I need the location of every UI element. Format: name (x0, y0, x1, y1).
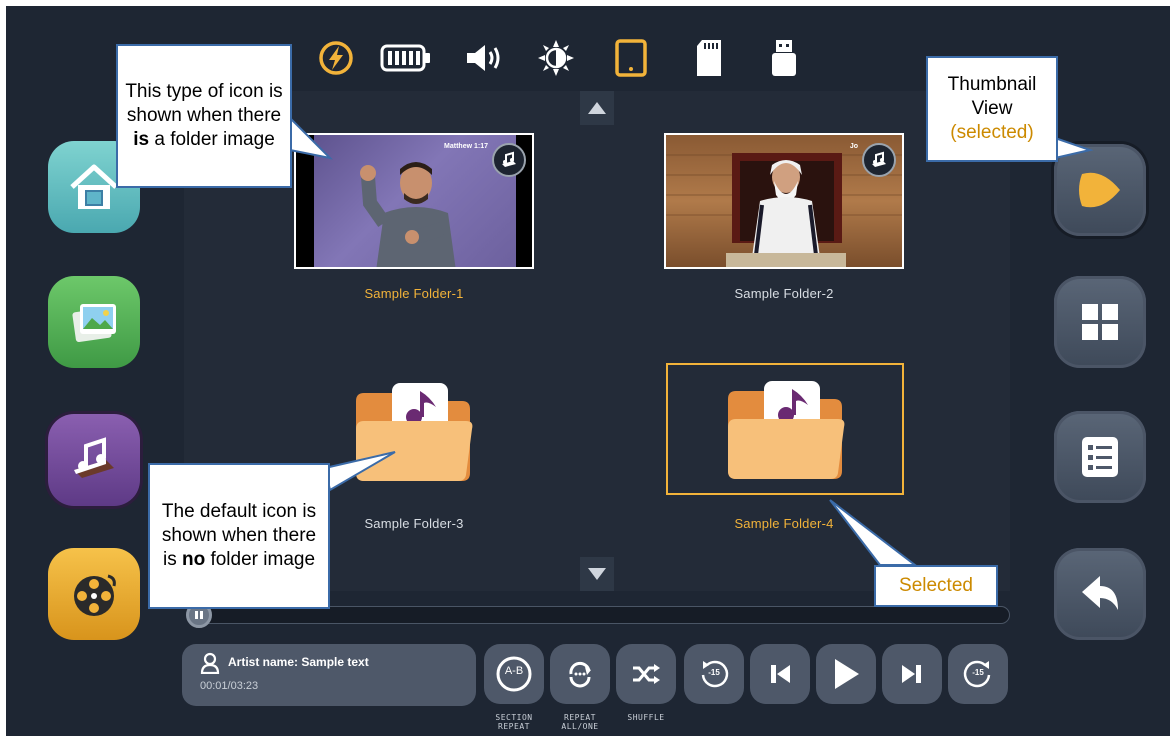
default-icon-callout: The default icon is shown when there is … (148, 463, 330, 609)
thumbnail-view-callout: Thumbnail View (selected) (926, 56, 1058, 162)
selected-callout: Selected (874, 565, 998, 607)
folder-image-callout: This type of icon is shown when there is… (116, 44, 292, 188)
